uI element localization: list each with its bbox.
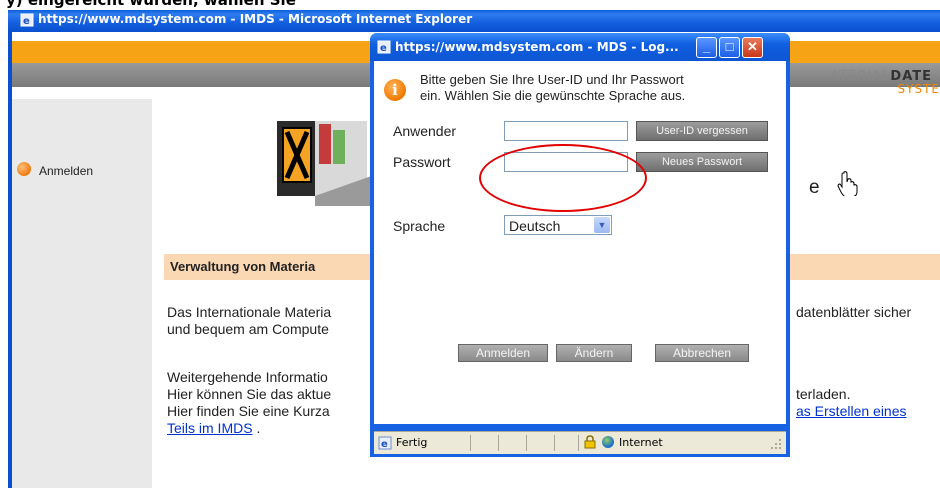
info-icon: i <box>384 79 406 101</box>
status-divider <box>578 435 579 451</box>
svg-text:e: e <box>23 16 30 27</box>
instructions-line: ein. Wählen Sie die gewünschte Sprache a… <box>420 88 686 103</box>
status-divider <box>554 435 555 451</box>
paragraph-line: Das Internationale Materia <box>167 304 332 320</box>
dialog-instructions: Bitte geben Sie Ihre User-ID und Ihr Pas… <box>420 72 685 104</box>
login-dialog: e https://www.mdsystem.com - MDS - Log..… <box>370 33 790 457</box>
teils-im-imds-link[interactable]: Teils im IMDS <box>167 420 253 436</box>
login-button[interactable]: Anmelden <box>458 344 548 362</box>
close-icon[interactable]: ✕ <box>742 37 763 58</box>
security-zone-text: Internet <box>619 436 663 449</box>
paragraph-line: terladen. <box>796 386 851 402</box>
highlight-ellipse <box>479 144 647 212</box>
paragraph-line: datenblätter sicher <box>796 304 912 320</box>
minimize-icon[interactable]: _ <box>696 37 717 58</box>
ie-page-icon: e <box>377 40 391 54</box>
dialog-status-bar: e Fertig Internet <box>374 431 786 454</box>
paragraph-line: Hier können Sie das aktue <box>167 386 332 402</box>
paragraph-line: Weitergehende Informatio <box>167 369 328 385</box>
change-button[interactable]: Ändern <box>556 344 632 362</box>
status-divider <box>470 435 471 451</box>
instructions-line: Bitte geben Sie Ihre User-ID und Ihr Pas… <box>420 72 684 87</box>
paragraph-line: Hier finden Sie eine Kurza <box>167 403 330 419</box>
forgot-user-id-button[interactable]: User-ID vergessen <box>636 121 768 141</box>
dialog-titlebar[interactable]: e https://www.mdsystem.com - MDS - Log..… <box>370 33 790 61</box>
status-divider <box>498 435 499 451</box>
globe-icon <box>602 436 614 448</box>
main-window-titlebar[interactable]: e https://www.mdsystem.com - IMDS - Micr… <box>8 10 940 32</box>
status-divider <box>526 435 527 451</box>
hand-cursor-icon <box>837 171 858 196</box>
page-text-fragment: e <box>809 177 820 198</box>
paragraph-line: Teils im IMDS . <box>167 420 260 437</box>
sidebar-item-anmelden[interactable]: Anmelden <box>39 164 93 178</box>
language-label: Sprache <box>393 218 446 234</box>
top-cut-text: y) eingereicht wurden, wählen Sie <box>6 0 296 9</box>
new-password-button[interactable]: Neues Passwort <box>636 152 768 172</box>
cancel-button[interactable]: Abbrechen <box>655 344 749 362</box>
user-id-input[interactable] <box>504 121 628 141</box>
paragraph-line: und bequem am Compute <box>167 321 329 337</box>
sidebar <box>12 99 152 488</box>
logo-main: ATERIAL <box>830 69 891 84</box>
dialog-body: i Bitte geben Sie Ihre User-ID und Ihr P… <box>374 61 786 424</box>
ie-page-icon: e <box>20 13 34 27</box>
site-logo-subtext: SYSTE <box>897 82 940 96</box>
dialog-title: https://www.mdsystem.com - MDS - Log... <box>395 40 679 54</box>
ie-page-icon: e <box>378 436 392 450</box>
user-label: Anwender <box>393 123 457 139</box>
paragraph-end: . <box>252 420 261 436</box>
kurzanleitung-link[interactable]: as Erstellen eines <box>796 403 907 420</box>
imds-logo-image <box>277 121 377 206</box>
content-heading: Verwaltung von Materia <box>170 259 316 274</box>
nav-bullet-icon <box>17 162 31 176</box>
resize-grip-icon[interactable] <box>770 438 782 450</box>
language-selected-value: Deutsch <box>509 218 561 234</box>
password-label: Passwort <box>393 154 451 170</box>
chevron-down-icon[interactable]: ▼ <box>594 217 610 233</box>
language-select[interactable]: Deutsch ▼ <box>504 215 612 235</box>
status-text: Fertig <box>396 436 428 449</box>
maximize-icon[interactable]: □ <box>719 37 740 58</box>
lock-icon <box>584 435 596 449</box>
svg-text:e: e <box>380 43 387 54</box>
main-window-title: https://www.mdsystem.com - IMDS - Micros… <box>38 12 473 26</box>
svg-text:e: e <box>381 439 388 450</box>
